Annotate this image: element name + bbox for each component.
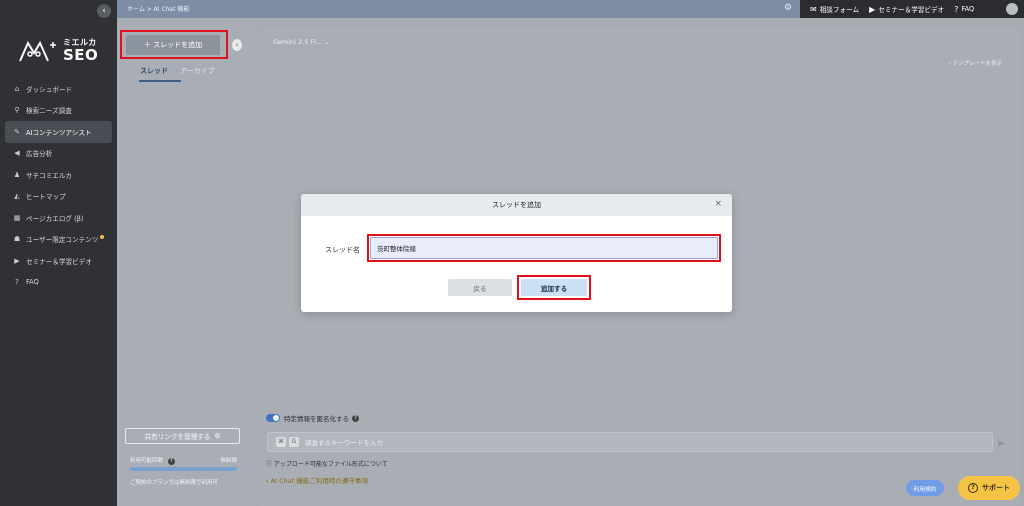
people-icon: ♟ <box>13 170 21 179</box>
breadcrumb[interactable]: ホーム > AI Chat 機能 <box>127 4 189 13</box>
active-tab-indicator <box>139 80 181 82</box>
contact-form-link[interactable]: ✉ 相談フォーム <box>810 4 860 15</box>
attach-icon[interactable]: ⌘ <box>276 437 286 447</box>
anonymize-toggle[interactable] <box>266 414 280 422</box>
highlight-frame <box>367 234 721 262</box>
search-icon: ⚲ <box>14 106 20 115</box>
thread-panel: ＋ スレッドを追加 ‹ スレッド アーカイブ 共有リンクを管理する ⚙ 利用可能… <box>117 18 254 506</box>
heatmap-icon: ◭ <box>14 192 20 201</box>
sidebar-item-label: ヒートマップ <box>26 193 66 202</box>
sidebar-item-seminar-video[interactable]: ▶ セミナー＆学習ビデオ <box>5 250 112 272</box>
terms-link[interactable]: › AI Chat 機能ご利用時の遵守事項 <box>266 475 368 485</box>
sidebar-item-page-kaelog[interactable]: ▦ ページカエログ (β) <box>5 207 112 229</box>
quota-label-text: 利用可能回数 <box>130 458 164 464</box>
faq-link[interactable]: ? FAQ <box>954 5 974 14</box>
top-bar: ホーム > AI Chat 機能 ⚙ <box>117 0 800 18</box>
quota-label: 利用可能回数 ? <box>130 456 175 465</box>
sidebar-item-label: ページカエログ (β) <box>26 214 84 223</box>
dialog-header: スレッドを追加 × <box>301 194 732 216</box>
sidebar-item-label: 広告分析 <box>26 150 53 159</box>
sidebar-item-label: ダッシュボード <box>26 85 73 94</box>
wand-icon: ✎ <box>14 127 20 136</box>
sidebar-item-label: AIコンテンツアシスト <box>26 128 92 137</box>
sidebar-item-search-needs[interactable]: ⚲ 検索ニーズ調査 <box>5 100 112 122</box>
close-icon[interactable]: × <box>714 199 722 209</box>
megaphone-icon: ◀ <box>14 149 20 158</box>
video-icon: ▶ <box>869 4 876 14</box>
anonymize-label: 特定情報を匿名化する <box>284 415 349 423</box>
sidebar: ‹ ミエルカ SEO ⌂ ダッシュボード ⚲ 検索ニーズ調査 ✎ AIコンテンツ… <box>0 0 117 506</box>
question-icon: ? <box>968 483 978 493</box>
manage-share-links-label: 共有リンクを管理する <box>144 433 211 441</box>
collapse-sidebar-icon[interactable]: ‹ <box>97 4 111 18</box>
tab-threads[interactable]: スレッド <box>140 66 168 76</box>
sidebar-item-user-content[interactable]: ☗ ユーザー限定コンテンツ <box>5 229 112 251</box>
help-icon[interactable]: ? <box>167 458 175 465</box>
thread-tabs: スレッド アーカイブ <box>140 66 227 76</box>
video-icon: ▶ <box>14 256 20 265</box>
sidebar-item-faq[interactable]: ? FAQ <box>5 272 112 294</box>
logo-mark-icon <box>19 40 56 62</box>
notification-dot <box>100 235 105 240</box>
sidebar-item-ad-analysis[interactable]: ◀ 広告分析 <box>5 143 112 165</box>
file-format-info[interactable]: ⓘ アップロード可能なファイル形式について <box>266 459 388 468</box>
sidebar-item-label: ユーザー限定コンテンツ <box>26 236 99 245</box>
google-icon[interactable]: G <box>289 437 299 447</box>
gear-icon: ⚙ <box>214 432 221 440</box>
chevron-down-icon: ⌄ <box>324 38 330 46</box>
help-icon[interactable]: ? <box>352 414 359 422</box>
quota-progress-bar <box>130 467 237 471</box>
sidebar-item-label: セミナー＆学習ビデオ <box>26 257 92 266</box>
quota-note: ご契約のプランでは無制限で利用可 <box>130 480 219 486</box>
chevron-left-icon[interactable]: ‹ <box>232 39 242 51</box>
sidebar-item-label: FAQ <box>26 278 39 287</box>
chat-input-placeholder: 調査するキーワードを入力 <box>305 439 383 447</box>
sidebar-item-label: 検索ニーズ調査 <box>26 107 72 116</box>
support-label: サポート <box>982 484 1010 492</box>
sidebar-nav: ⌂ ダッシュボード ⚲ 検索ニーズ調査 ✎ AIコンテンツアシスト ◀ 広告分析… <box>5 78 112 293</box>
show-template-link[interactable]: ‹ テンプレートを表示 <box>949 59 1002 67</box>
seminar-video-link[interactable]: ▶ セミナー＆学習ビデオ <box>869 4 945 15</box>
mail-icon: ✉ <box>810 4 817 14</box>
chat-input[interactable]: ⌘ G 調査するキーワードを入力 <box>267 432 993 452</box>
info-icon: ⓘ <box>266 461 274 468</box>
logo[interactable]: ミエルカ SEO <box>18 37 100 64</box>
question-icon: ? <box>954 4 959 14</box>
sidebar-item-dashboard[interactable]: ⌂ ダッシュボード <box>5 78 112 100</box>
users-icon: ☗ <box>13 235 21 244</box>
tab-archive[interactable]: アーカイブ <box>180 66 215 76</box>
sidebar-item-heatmap[interactable]: ◭ ヒートマップ <box>5 186 112 208</box>
highlight-frame <box>517 275 591 300</box>
faq-label: FAQ <box>961 5 975 13</box>
thread-name-label: スレッド名 <box>325 246 360 254</box>
sidebar-item-label: サチコミエルカ <box>26 171 72 180</box>
file-format-info-label: アップロード可能なファイル形式について <box>273 461 388 468</box>
terms-link-label: AI Chat 機能ご利用時の遵守事項 <box>270 477 368 485</box>
usage-terms-button[interactable]: 利用規約 <box>906 480 944 496</box>
avatar[interactable] <box>1006 3 1018 15</box>
sidebar-item-ai-content-assist[interactable]: ✎ AIコンテンツアシスト <box>5 121 112 143</box>
header-links: ✉ 相談フォーム ▶ セミナー＆学習ビデオ ? FAQ <box>800 0 1024 18</box>
support-button[interactable]: ? サポート <box>958 476 1020 500</box>
seminar-video-label: セミナー＆学習ビデオ <box>878 6 945 14</box>
add-thread-dialog: スレッドを追加 × スレッド名 戻る 追加する <box>301 194 732 312</box>
model-select[interactable]: Gemini 2.5 Fl... ⌄ <box>273 38 330 46</box>
home-icon: ⌂ <box>14 84 20 93</box>
dialog-title: スレッドを追加 <box>492 201 541 209</box>
contact-form-label: 相談フォーム <box>819 6 860 14</box>
manage-share-links-button[interactable]: 共有リンクを管理する ⚙ <box>125 428 240 444</box>
anonymize-toggle-row: 特定情報を匿名化する ? <box>266 413 359 423</box>
quota-progress-fill <box>130 467 237 471</box>
page-icon: ▦ <box>13 213 21 222</box>
gear-icon[interactable]: ⚙ <box>784 3 792 13</box>
back-button[interactable]: 戻る <box>448 279 512 296</box>
quota-value: 無制限 <box>220 458 237 464</box>
send-icon[interactable]: ➤ <box>996 437 1005 450</box>
sidebar-item-sachiko-mieruka[interactable]: ♟ サチコミエルカ <box>5 164 112 186</box>
logo-text-en: SEO <box>63 46 99 64</box>
question-icon: ? <box>15 278 19 287</box>
quota-row: 利用可能回数 ? 無制限 <box>130 456 237 465</box>
model-name: Gemini 2.5 Fl... <box>273 38 323 46</box>
highlight-frame <box>120 30 228 59</box>
